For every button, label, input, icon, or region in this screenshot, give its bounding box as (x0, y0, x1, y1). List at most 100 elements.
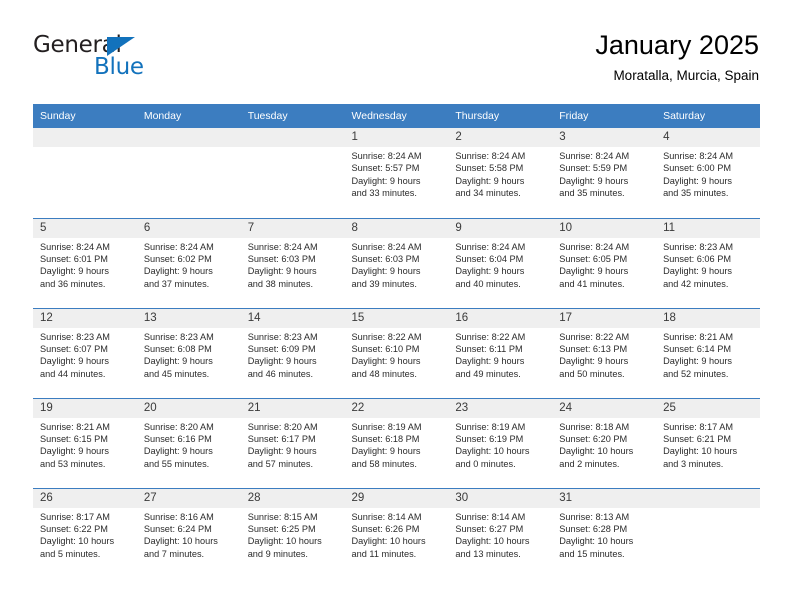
day-number: 22 (344, 398, 449, 418)
calendar-day-cell[interactable]: 2 Sunrise: 8:24 AM Sunset: 5:58 PM Daylight… (448, 128, 553, 218)
daylight-text-line2: and 57 minutes. (247, 458, 314, 469)
day-number: 27 (136, 488, 241, 508)
calendar-day-cell[interactable]: 5 Sunrise: 8:24 AM Sunset: 6:01 PM Daylight… (33, 217, 137, 308)
calendar-day-cell[interactable]: 18 Sunrise: 8:21 AM Sunset: 6:14 PM Dayligh… (656, 307, 760, 398)
daylight-text-line1: Daylight: 9 hours (351, 175, 421, 186)
sunset-text: Sunset: 6:20 PM (559, 433, 628, 444)
calendar-day-cell[interactable]: 27 Sunrise: 8:16 AM Sunset: 6:24 PM Dayligh… (136, 487, 241, 578)
calendar-day-cell[interactable]: 30 Sunrise: 8:14 AM Sunset: 6:27 PM Dayligh… (448, 487, 553, 578)
day-number: 28 (240, 488, 345, 508)
day-number: 18 (656, 308, 760, 328)
daylight-text-line2: and 50 minutes. (559, 368, 625, 379)
calendar-day-cell[interactable]: 17 Sunrise: 8:22 AM Sunset: 6:13 PM Dayligh… (552, 307, 657, 398)
weekday-header-tuesday: Tuesday (240, 104, 345, 128)
day-details: Sunrise: 8:24 AM Sunset: 6:03 PM Daylight:… (345, 238, 449, 291)
day-details: Sunrise: 8:20 AM Sunset: 6:16 PM Daylight:… (137, 418, 241, 471)
sunrise-text: Sunrise: 8:22 AM (559, 331, 630, 342)
day-number: 24 (552, 398, 657, 418)
calendar-day-cell[interactable]: 15 Sunrise: 8:22 AM Sunset: 6:10 PM Dayligh… (344, 307, 449, 398)
day-number (33, 128, 137, 147)
day-details: Sunrise: 8:24 AM Sunset: 6:03 PM Daylight:… (241, 238, 345, 291)
sunset-text: Sunset: 6:02 PM (143, 253, 212, 264)
sunrise-text: Sunrise: 8:17 AM (663, 421, 734, 432)
calendar-day-cell[interactable]: 7 Sunrise: 8:24 AM Sunset: 6:03 PM Daylight… (240, 217, 345, 308)
calendar-day-cell[interactable]: 12 Sunrise: 8:23 AM Sunset: 6:07 PM Dayligh… (33, 307, 137, 398)
daylight-text-line2: and 5 minutes. (40, 548, 101, 559)
calendar-day-cell[interactable]: 4 Sunrise: 8:24 AM Sunset: 6:00 PM Daylight… (656, 128, 760, 218)
daylight-text-line1: Daylight: 9 hours (663, 175, 733, 186)
daylight-text-line2: and 46 minutes. (247, 368, 314, 379)
sunrise-text: Sunrise: 8:24 AM (559, 151, 630, 161)
sunset-text: Sunset: 6:06 PM (663, 253, 731, 264)
calendar-day-cell[interactable]: 21 Sunrise: 8:20 AM Sunset: 6:17 PM Dayligh… (240, 397, 345, 488)
daylight-text-line1: Daylight: 9 hours (247, 266, 317, 277)
daylight-text-line1: Daylight: 9 hours (247, 446, 317, 457)
calendar-day-cell[interactable]: 31 Sunrise: 8:13 AM Sunset: 6:28 PM Dayligh… (552, 487, 657, 578)
title-block: January 2025 Moratalla, Murcia, Spain (595, 28, 759, 86)
day-details: Sunrise: 8:17 AM Sunset: 6:22 PM Daylight:… (33, 508, 137, 561)
weekday-header-row: Sunday Monday Tuesday Wednesday Thursday… (33, 104, 760, 128)
daylight-text-line2: and 52 minutes. (663, 368, 729, 379)
calendar-day-cell[interactable]: 26 Sunrise: 8:17 AM Sunset: 6:22 PM Dayligh… (33, 487, 137, 578)
page-subtitle: Moratalla, Murcia, Spain (613, 68, 759, 83)
sunrise-text: Sunrise: 8:22 AM (455, 331, 526, 342)
day-number: 19 (33, 398, 137, 418)
calendar-week-row: 26 Sunrise: 8:17 AM Sunset: 6:22 PM Dayligh… (33, 487, 760, 578)
calendar-day-cell[interactable]: 14 Sunrise: 8:23 AM Sunset: 6:09 PM Dayligh… (240, 307, 345, 398)
sunset-text: Sunset: 6:03 PM (247, 253, 316, 264)
day-details: Sunrise: 8:22 AM Sunset: 6:13 PM Daylight:… (552, 328, 656, 381)
daylight-text-line2: and 45 minutes. (143, 368, 210, 379)
calendar-day-cell[interactable]: 11 Sunrise: 8:23 AM Sunset: 6:06 PM Dayligh… (656, 217, 760, 308)
day-details: Sunrise: 8:14 AM Sunset: 6:27 PM Daylight:… (448, 508, 552, 561)
day-details: Sunrise: 8:22 AM Sunset: 6:11 PM Daylight:… (448, 328, 552, 381)
generalblue-logo[interactable]: General Blue (33, 32, 233, 88)
sunrise-text: Sunrise: 8:24 AM (351, 151, 422, 161)
calendar-week-row: 1 Sunrise: 8:24 AM Sunset: 5:57 PM Daylight… (33, 128, 760, 218)
day-details: Sunrise: 8:19 AM Sunset: 6:18 PM Daylight:… (345, 418, 449, 471)
daylight-text-line1: Daylight: 9 hours (455, 356, 525, 367)
daylight-text-line2: and 15 minutes. (559, 548, 625, 559)
calendar-day-cell[interactable]: 1 Sunrise: 8:24 AM Sunset: 5:57 PM Daylight… (344, 128, 449, 218)
daylight-text-line2: and 58 minutes. (351, 458, 417, 469)
daylight-text-line1: Daylight: 9 hours (559, 356, 629, 367)
calendar-day-cell[interactable]: 9 Sunrise: 8:24 AM Sunset: 6:04 PM Daylight… (448, 217, 553, 308)
calendar-day-cell[interactable]: 3 Sunrise: 8:24 AM Sunset: 5:59 PM Daylight… (552, 128, 657, 218)
calendar-day-cell-empty (136, 128, 241, 218)
calendar-day-cell[interactable]: 10 Sunrise: 8:24 AM Sunset: 6:05 PM Dayligh… (552, 217, 657, 308)
day-details: Sunrise: 8:22 AM Sunset: 6:10 PM Daylight:… (345, 328, 449, 381)
sunrise-text: Sunrise: 8:20 AM (247, 421, 318, 432)
sunset-text: Sunset: 6:17 PM (247, 433, 316, 444)
calendar-day-cell[interactable]: 29 Sunrise: 8:14 AM Sunset: 6:26 PM Dayligh… (344, 487, 449, 578)
sunrise-text: Sunrise: 8:20 AM (143, 421, 214, 432)
calendar-day-cell[interactable]: 20 Sunrise: 8:20 AM Sunset: 6:16 PM Dayligh… (136, 397, 241, 488)
weekday-header-thursday: Thursday (448, 104, 553, 128)
calendar-day-cell[interactable]: 13 Sunrise: 8:23 AM Sunset: 6:08 PM Dayligh… (136, 307, 241, 398)
daylight-text-line2: and 35 minutes. (663, 188, 729, 199)
sunset-text: Sunset: 6:04 PM (455, 253, 524, 264)
day-details: Sunrise: 8:13 AM Sunset: 6:28 PM Daylight:… (552, 508, 656, 561)
sunset-text: Sunset: 5:57 PM (351, 163, 420, 174)
sunrise-text: Sunrise: 8:19 AM (351, 421, 422, 432)
calendar-day-cell[interactable]: 28 Sunrise: 8:15 AM Sunset: 6:25 PM Dayligh… (240, 487, 345, 578)
day-number (136, 128, 241, 147)
sunrise-text: Sunrise: 8:22 AM (351, 331, 422, 342)
calendar-day-cell[interactable]: 6 Sunrise: 8:24 AM Sunset: 6:02 PM Daylight… (136, 217, 241, 308)
calendar-day-cell[interactable]: 24 Sunrise: 8:18 AM Sunset: 6:20 PM Dayligh… (552, 397, 657, 488)
daylight-text-line1: Daylight: 9 hours (455, 175, 525, 186)
weekday-header-friday: Friday (552, 104, 657, 128)
calendar-day-cell[interactable]: 19 Sunrise: 8:21 AM Sunset: 6:15 PM Dayligh… (33, 397, 137, 488)
sunset-text: Sunset: 6:28 PM (559, 523, 628, 534)
calendar-day-cell[interactable]: 8 Sunrise: 8:24 AM Sunset: 6:03 PM Daylight… (344, 217, 449, 308)
calendar-day-cell[interactable]: 16 Sunrise: 8:22 AM Sunset: 6:11 PM Dayligh… (448, 307, 553, 398)
calendar-day-cell[interactable]: 23 Sunrise: 8:19 AM Sunset: 6:19 PM Dayligh… (448, 397, 553, 488)
daylight-text-line2: and 3 minutes. (663, 458, 724, 469)
daylight-text-line2: and 36 minutes. (40, 278, 106, 289)
daylight-text-line2: and 40 minutes. (455, 278, 521, 289)
day-number: 3 (552, 128, 657, 147)
day-number: 2 (448, 128, 553, 147)
daylight-text-line2: and 0 minutes. (455, 458, 516, 469)
calendar-day-cell[interactable]: 25 Sunrise: 8:17 AM Sunset: 6:21 PM Dayligh… (656, 397, 760, 488)
calendar-day-cell[interactable]: 22 Sunrise: 8:19 AM Sunset: 6:18 PM Dayligh… (344, 397, 449, 488)
day-number: 31 (552, 488, 657, 508)
day-details: Sunrise: 8:17 AM Sunset: 6:21 PM Daylight:… (656, 418, 760, 471)
